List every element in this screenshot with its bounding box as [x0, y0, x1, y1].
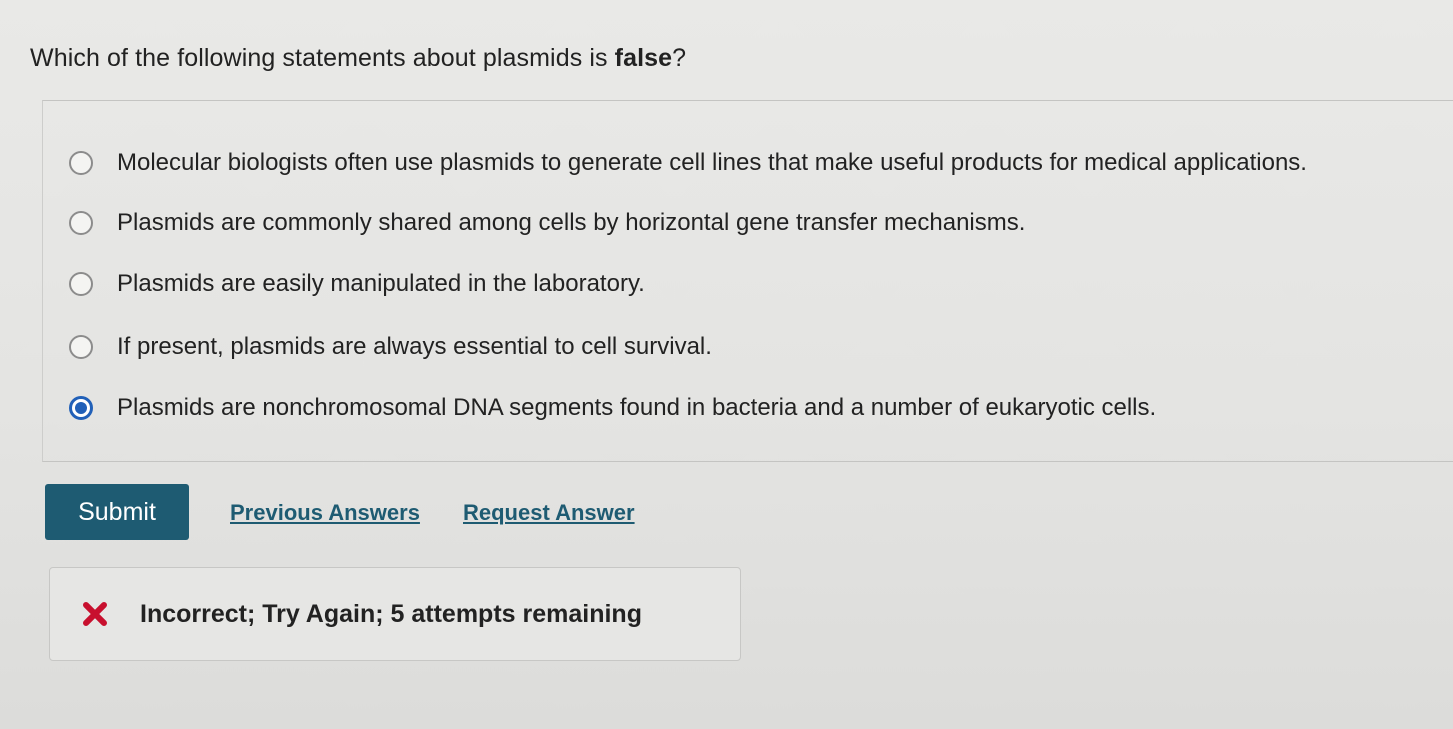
- question-prefix: Which of the following statements about …: [30, 44, 615, 72]
- option-label: If present, plasmids are always essentia…: [117, 333, 712, 360]
- submit-button[interactable]: Submit: [45, 484, 189, 540]
- option-label: Molecular biologists often use plasmids …: [117, 149, 1307, 176]
- question-text: Which of the following statements about …: [30, 44, 686, 73]
- option-label: Plasmids are easily manipulated in the l…: [117, 270, 645, 297]
- option-label: Plasmids are nonchromosomal DNA segments…: [117, 394, 1157, 421]
- radio-button[interactable]: [69, 211, 93, 235]
- option-3[interactable]: Plasmids are easily manipulated in the l…: [69, 270, 645, 298]
- question-suffix: ?: [672, 44, 687, 72]
- radio-button[interactable]: [69, 151, 93, 175]
- answer-options: Molecular biologists often use plasmids …: [42, 100, 1453, 462]
- x-icon: [83, 602, 107, 626]
- radio-button[interactable]: [69, 272, 93, 296]
- option-label: Plasmids are commonly shared among cells…: [117, 209, 1026, 236]
- option-2[interactable]: Plasmids are commonly shared among cells…: [69, 209, 1025, 237]
- radio-button[interactable]: [69, 335, 93, 359]
- question-emphasis: false: [614, 44, 673, 72]
- option-4[interactable]: If present, plasmids are always essentia…: [69, 333, 712, 361]
- radio-button-selected[interactable]: [69, 396, 93, 420]
- option-5[interactable]: Plasmids are nonchromosomal DNA segments…: [69, 394, 1156, 422]
- feedback-box: Incorrect; Try Again; 5 attempts remaini…: [49, 567, 741, 661]
- request-answer-link[interactable]: Request Answer: [463, 500, 635, 526]
- previous-answers-link[interactable]: Previous Answers: [230, 500, 420, 526]
- feedback-message: Incorrect; Try Again; 5 attempts remaini…: [140, 599, 642, 628]
- option-1[interactable]: Molecular biologists often use plasmids …: [69, 149, 1307, 177]
